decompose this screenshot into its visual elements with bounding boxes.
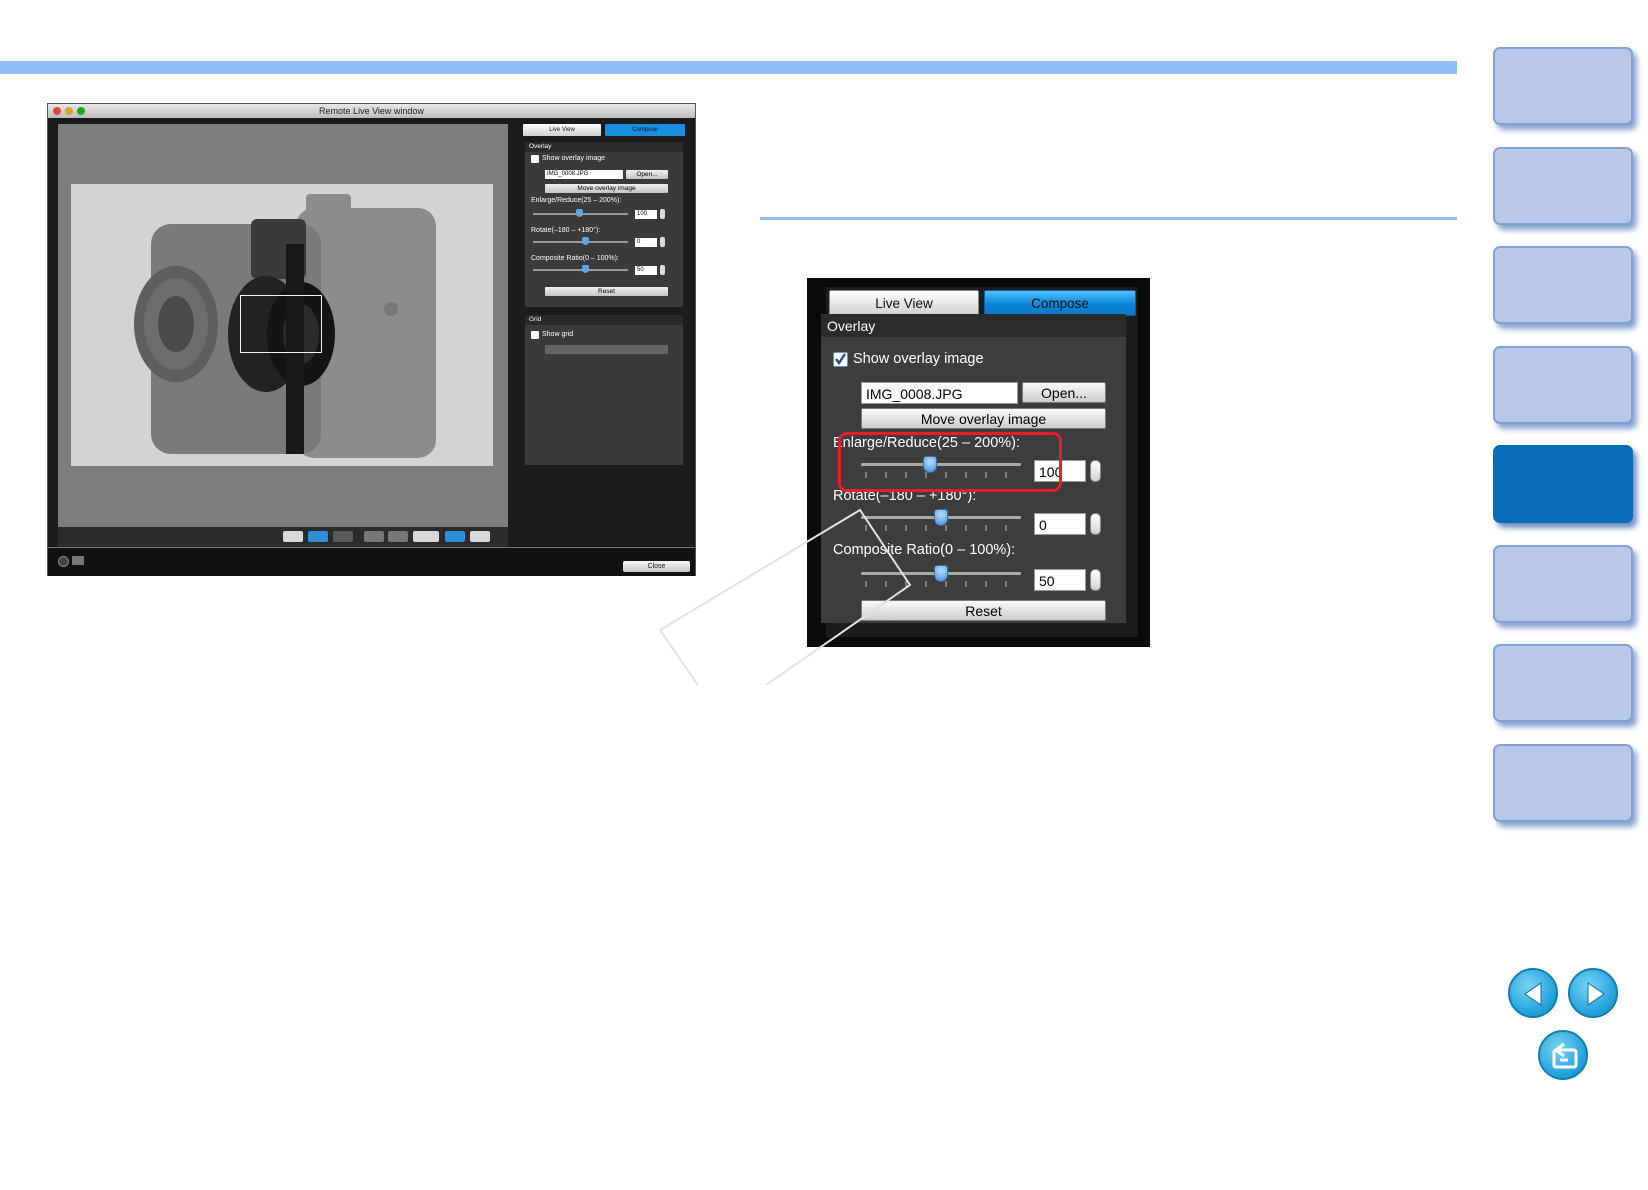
enlarge-slider-small[interactable] bbox=[576, 209, 583, 217]
remote-live-view-window: Remote Live View window Live View Compos… bbox=[47, 103, 696, 576]
header-bar bbox=[0, 61, 1457, 74]
close-window-icon[interactable] bbox=[53, 107, 61, 115]
enlarge-value-small[interactable]: 100 bbox=[635, 210, 657, 219]
tab-compose-small[interactable]: Compose bbox=[605, 124, 685, 136]
tab-live-view-small[interactable]: Live View bbox=[523, 124, 601, 136]
section-divider bbox=[760, 217, 1457, 220]
chapter-tab-7[interactable] bbox=[1493, 644, 1633, 722]
rotate-label-small: Rotate(–180 – +180°): bbox=[531, 227, 601, 234]
composite-label-small: Composite Ratio(0 – 100%): bbox=[531, 255, 619, 262]
click-wb-icon[interactable] bbox=[333, 531, 353, 542]
reset-button-small[interactable]: Reset bbox=[545, 287, 668, 296]
chapter-tab-8[interactable] bbox=[1493, 744, 1633, 822]
rotate-right-icon[interactable] bbox=[388, 531, 408, 542]
aspect-menu-icon[interactable] bbox=[413, 531, 439, 542]
move-overlay-button[interactable]: Move overlay image bbox=[861, 408, 1106, 429]
enlarge-stepper[interactable] bbox=[1090, 460, 1101, 482]
composite-slider-small[interactable] bbox=[582, 265, 589, 273]
rotate-left-icon[interactable] bbox=[364, 531, 384, 542]
overlay-header-small: Overlay bbox=[525, 142, 683, 152]
rotate-stepper[interactable] bbox=[1090, 513, 1101, 535]
grid-header-small: Grid bbox=[525, 315, 683, 325]
open-button-small[interactable]: Open... bbox=[626, 170, 668, 179]
return-icon bbox=[1552, 1042, 1578, 1069]
tab-live-view[interactable]: Live View bbox=[829, 290, 979, 316]
show-grid-checkbox-small[interactable] bbox=[531, 331, 539, 339]
show-grid-label-small: Show grid bbox=[542, 331, 574, 338]
show-overlay-label: Show overlay image bbox=[853, 351, 984, 367]
composite-value-small[interactable]: 50 bbox=[635, 266, 657, 275]
window-title: Remote Live View window bbox=[319, 106, 424, 116]
chapter-tab-5-active[interactable] bbox=[1493, 445, 1633, 523]
zoom-window-icon[interactable] bbox=[77, 107, 85, 115]
overlay-display-icon[interactable] bbox=[445, 531, 465, 542]
focus-icon[interactable] bbox=[283, 531, 303, 542]
enlarge-label-small: Enlarge/Reduce(25 – 200%): bbox=[531, 197, 622, 204]
rotate-stepper-small[interactable] bbox=[660, 237, 665, 247]
show-overlay-checkbox-small[interactable] bbox=[531, 155, 539, 163]
previous-page-button[interactable] bbox=[1508, 968, 1558, 1018]
next-page-button[interactable] bbox=[1568, 968, 1618, 1018]
overlay-header: Overlay bbox=[821, 314, 1126, 338]
rotate-value-field[interactable]: 0 bbox=[1034, 513, 1086, 535]
rotate-slider-small[interactable] bbox=[582, 237, 589, 245]
rotate-value-small[interactable]: 0 bbox=[635, 238, 657, 247]
enlarge-stepper-small[interactable] bbox=[660, 209, 665, 219]
filename-field-small[interactable]: IMG_0008.JPG bbox=[545, 170, 623, 179]
open-button[interactable]: Open... bbox=[1022, 382, 1106, 403]
chapter-tab-2[interactable] bbox=[1493, 147, 1633, 225]
power-icon bbox=[58, 556, 69, 567]
chapter-tab-1[interactable] bbox=[1493, 47, 1633, 125]
move-overlay-button-small[interactable]: Move overlay image bbox=[545, 184, 668, 193]
previous-page-icon bbox=[1524, 982, 1542, 1006]
grid-section-small: Show grid bbox=[525, 325, 683, 465]
composite-value-field[interactable]: 50 bbox=[1034, 569, 1086, 591]
show-overlay-checkbox[interactable] bbox=[833, 352, 848, 367]
camera-connection-icon bbox=[72, 556, 84, 565]
checkmark-icon bbox=[835, 353, 846, 366]
focus-frame[interactable] bbox=[240, 295, 322, 353]
chapter-tab-4[interactable] bbox=[1493, 346, 1633, 424]
return-button[interactable] bbox=[1538, 1030, 1588, 1080]
chapter-tab-3[interactable] bbox=[1493, 246, 1633, 324]
tab-compose[interactable]: Compose bbox=[984, 290, 1136, 316]
composite-track-small bbox=[533, 269, 628, 271]
next-page-icon bbox=[1587, 982, 1605, 1006]
zoom-icon[interactable] bbox=[470, 531, 490, 542]
grid-type-select-small[interactable] bbox=[545, 345, 668, 354]
chapter-tab-6[interactable] bbox=[1493, 545, 1633, 623]
window-title-bar: Remote Live View window bbox=[48, 104, 695, 118]
overlay-section-small: Show overlay image IMG_0008.JPG Open... … bbox=[525, 152, 683, 307]
watermark bbox=[660, 508, 912, 685]
composite-stepper[interactable] bbox=[1090, 569, 1101, 591]
rotate-track-small bbox=[533, 241, 628, 243]
composite-stepper-small[interactable] bbox=[660, 265, 665, 275]
live-view-area bbox=[58, 124, 508, 527]
window-bottom-bar: Close bbox=[48, 547, 695, 576]
filename-field[interactable]: IMG_0008.JPG bbox=[861, 382, 1018, 404]
show-overlay-label-small: Show overlay image bbox=[542, 155, 606, 162]
auto-wb-icon[interactable] bbox=[308, 531, 328, 542]
view-toolbar bbox=[58, 527, 508, 547]
minimize-window-icon[interactable] bbox=[65, 107, 73, 115]
